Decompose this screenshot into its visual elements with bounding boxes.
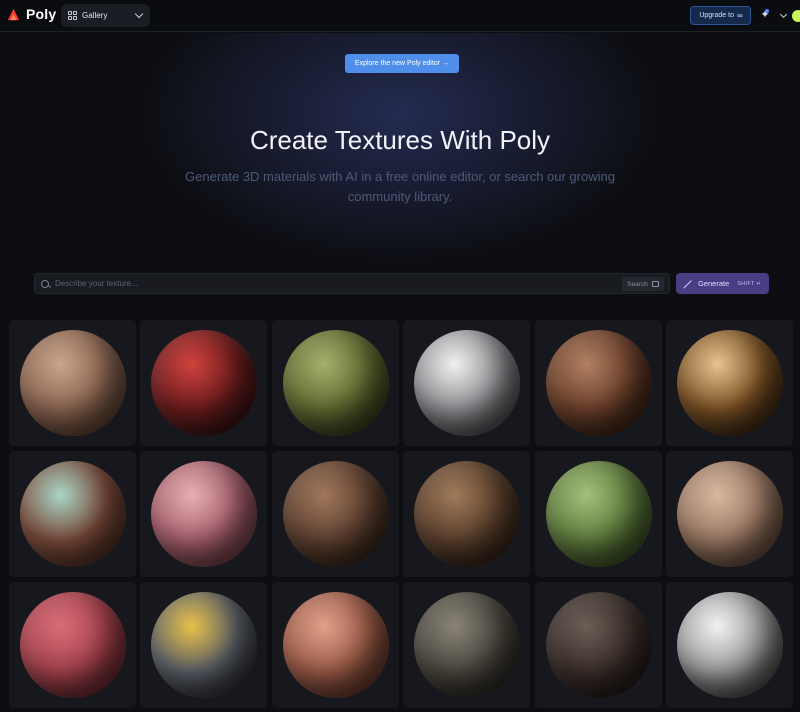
gallery-dropdown-label: Gallery — [82, 11, 108, 20]
material-gallery — [9, 320, 795, 712]
material-card-layered-slate[interactable] — [403, 582, 531, 708]
material-card-peeling-paint[interactable] — [9, 451, 136, 577]
search-button[interactable]: Search — [622, 277, 664, 291]
material-preview-sphere — [282, 461, 389, 567]
material-preview-sphere — [545, 330, 652, 436]
material-preview-sphere — [20, 461, 126, 567]
material-card-coral-brain[interactable] — [271, 582, 399, 708]
material-card-copper-metal[interactable] — [666, 320, 793, 446]
magic-wand-icon — [683, 279, 693, 289]
explore-editor-button[interactable]: Explore the new Poly editor → — [345, 54, 459, 73]
material-preview-sphere — [545, 461, 652, 567]
material-preview-sphere — [151, 592, 258, 698]
explore-editor-label: Explore the new Poly editor → — [354, 60, 450, 67]
grid-icon — [68, 11, 77, 20]
material-preview-sphere — [151, 461, 258, 567]
material-card-dirt-clumps[interactable] — [403, 451, 531, 577]
texture-search-input[interactable] — [55, 279, 669, 288]
material-preview-sphere — [414, 592, 521, 698]
material-preview-sphere — [545, 592, 652, 698]
generate-button[interactable]: Generate SHIFT ↵ — [676, 273, 769, 294]
enter-key-icon — [651, 281, 659, 287]
material-preview-sphere — [677, 330, 783, 436]
avatar[interactable] — [792, 10, 800, 22]
material-card-houndstooth[interactable] — [666, 582, 793, 708]
material-preview-sphere — [414, 461, 521, 567]
material-preview-sphere — [414, 330, 521, 436]
top-bar: Poly Gallery Upgrade to ∞ ✦ — [0, 0, 800, 32]
material-preview-sphere — [20, 592, 126, 698]
material-preview-sphere — [20, 330, 126, 436]
material-preview-sphere — [677, 461, 783, 567]
account-chevron-icon[interactable] — [779, 10, 788, 19]
material-card-lava-rock[interactable] — [534, 582, 662, 708]
generate-button-label: Generate — [698, 279, 730, 288]
poly-logo[interactable]: Poly — [6, 6, 56, 22]
texture-search-box[interactable]: Search — [34, 273, 670, 294]
material-preview-sphere — [282, 330, 389, 436]
chevron-down-icon — [134, 9, 144, 19]
material-card-brown-leather[interactable] — [534, 320, 662, 446]
material-card-wood-grain[interactable] — [666, 451, 793, 577]
notification-dot — [765, 9, 769, 13]
material-preview-sphere — [677, 592, 783, 698]
upgrade-button[interactable]: Upgrade to ∞ — [690, 6, 751, 25]
material-card-lips[interactable] — [140, 451, 268, 577]
app-name: Poly — [26, 6, 57, 22]
material-card-brushed-metal[interactable] — [403, 320, 531, 446]
generate-shortcut: SHIFT ↵ — [737, 280, 762, 287]
material-card-tree-roots[interactable] — [271, 451, 399, 577]
material-card-molten-red-rock[interactable] — [140, 320, 268, 446]
material-card-green-cracked-stone[interactable] — [534, 451, 662, 577]
material-preview-sphere — [282, 592, 389, 698]
material-card-pink-plaster[interactable] — [9, 582, 136, 708]
material-card-green-fabric-ridges[interactable] — [271, 320, 399, 446]
search-icon — [41, 279, 49, 288]
poly-logo-icon — [7, 8, 20, 20]
material-preview-sphere — [151, 330, 258, 436]
infinity-icon: ∞ — [736, 11, 743, 20]
material-card-snake-scales[interactable] — [140, 582, 268, 708]
page-subtitle: Generate 3D materials with AI in a free … — [185, 169, 615, 204]
gallery-dropdown[interactable]: Gallery — [61, 4, 150, 27]
page-title: Create Textures With Poly — [249, 125, 551, 155]
upgrade-button-label: Upgrade to — [699, 12, 734, 19]
search-button-label: Search — [627, 280, 648, 288]
material-card-cracked-mud[interactable] — [9, 320, 136, 446]
